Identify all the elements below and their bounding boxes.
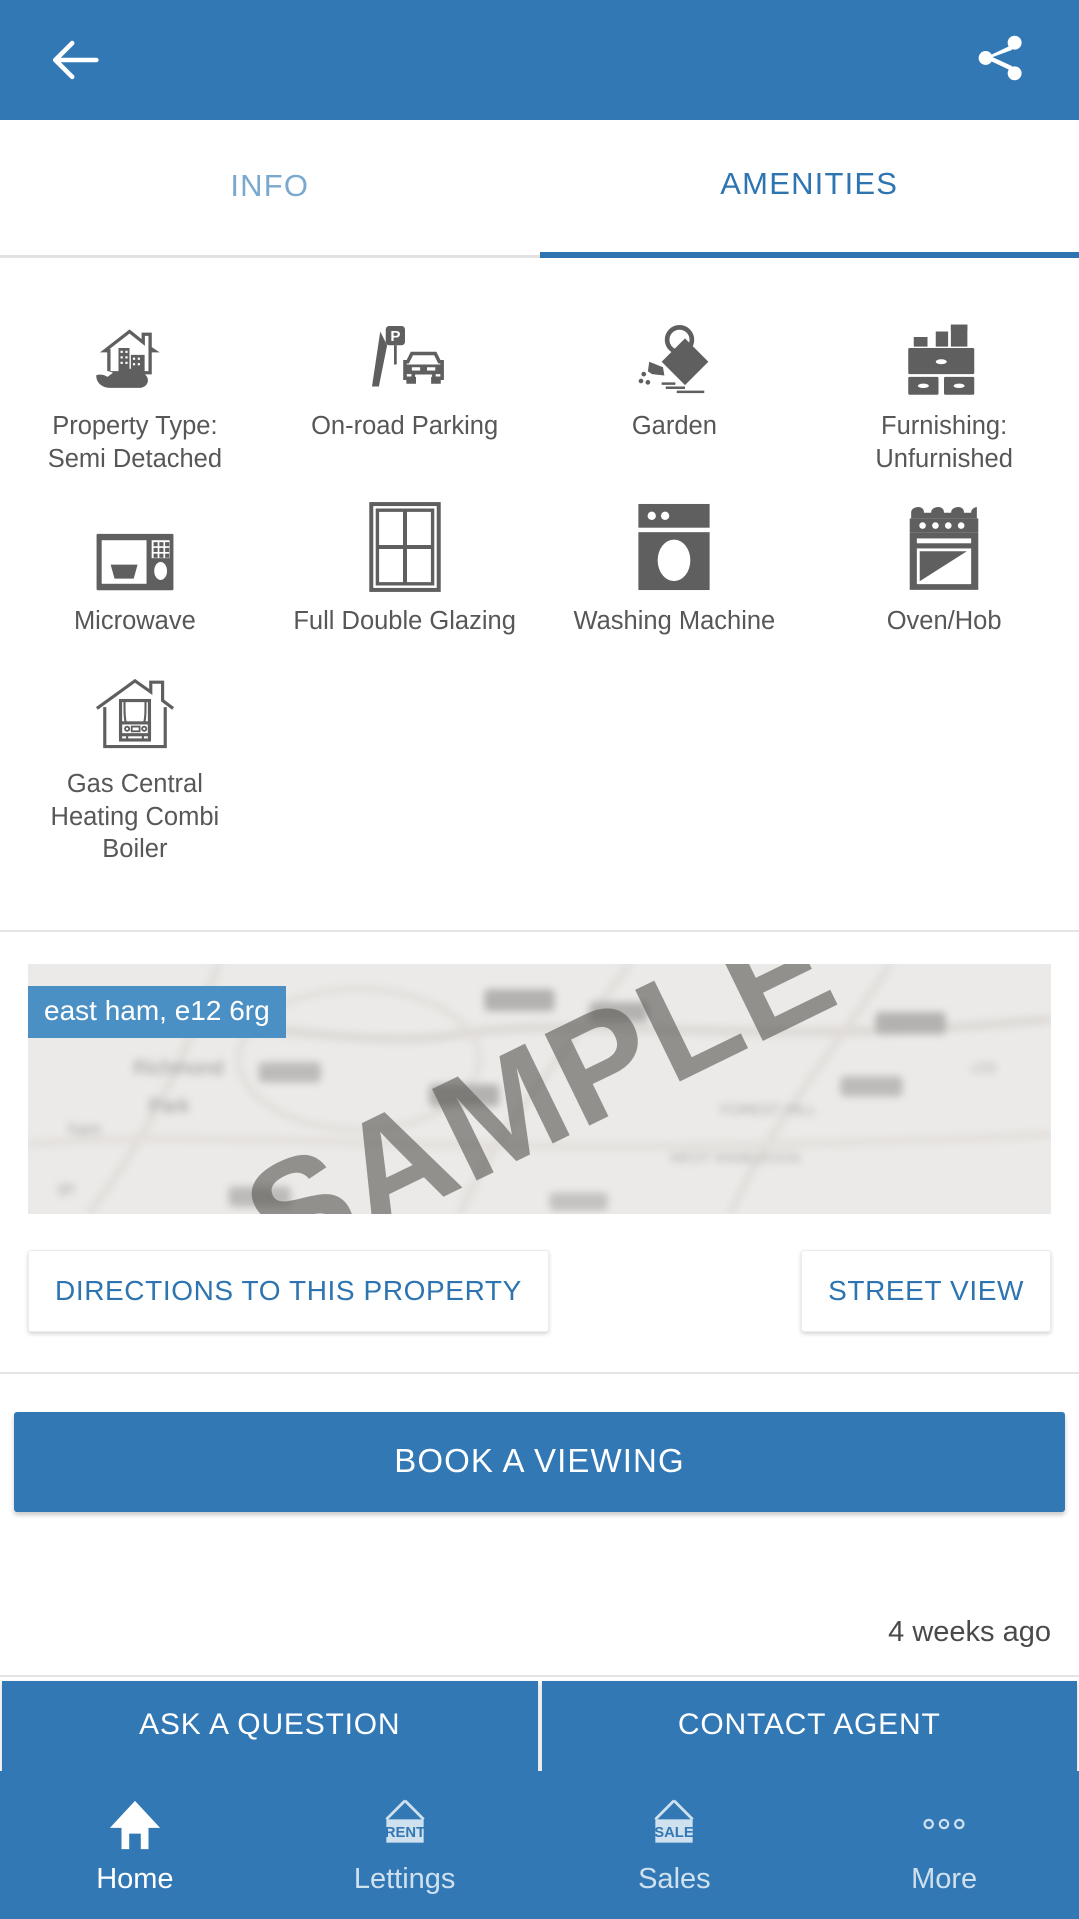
amenity-item: Property Type: Semi Detached [0, 302, 270, 497]
nav-item-sales[interactable]: SALE Sales [540, 1793, 810, 1901]
ask-question-button[interactable]: ASK A QUESTION [2, 1681, 538, 1771]
amenity-label: Washing Machine [573, 607, 776, 636]
book-viewing-button[interactable]: BOOK A VIEWING [14, 1411, 1065, 1512]
tab-bar: INFO AMENITIES [0, 120, 1079, 258]
tab-amenities[interactable]: AMENITIES [539, 120, 1079, 258]
amenity-item: Full Double Glazing [270, 497, 540, 660]
amenity-label: Gas Central Heating Combi Boiler [50, 769, 220, 864]
svg-text:P: P [390, 328, 400, 345]
amenity-label: Microwave [73, 607, 196, 636]
amenity-item: Furnishing: Unfurnished [809, 302, 1079, 497]
parking-sign-car-icon: P [361, 302, 449, 398]
svg-text:RENT: RENT [385, 1825, 425, 1841]
washing-machine-icon [635, 497, 713, 593]
amenity-item: Oven/Hob [809, 497, 1079, 660]
nav-label: Sales [638, 1863, 711, 1895]
tab-info[interactable]: INFO [0, 120, 540, 258]
amenity-label: On-road Parking [311, 412, 499, 440]
amenity-label: Garden [631, 412, 717, 440]
nav-label: Home [96, 1863, 174, 1895]
nav-item-home[interactable]: Home [0, 1793, 270, 1901]
amenity-label: Furnishing: Unfurnished [875, 412, 1013, 473]
directions-button[interactable]: DIRECTIONS TO THIS PROPERTY [28, 1249, 549, 1332]
location-badge: east ham, e12 6rg [28, 985, 286, 1038]
microwave-icon [94, 497, 176, 593]
map-section: Richmond Park ham gs FOREST HILL WEST WI… [0, 932, 1079, 1372]
book-viewing-section: BOOK A VIEWING [0, 1374, 1079, 1512]
app-bar [0, 0, 1079, 120]
bottom-navigation: Home RENT Lettings SALE Sales More [0, 1771, 1079, 1919]
nav-label: More [911, 1863, 978, 1895]
svg-text:Richmond: Richmond [133, 1057, 223, 1079]
svg-text:ham: ham [68, 1119, 101, 1138]
map-preview[interactable]: Richmond Park ham gs FOREST HILL WEST WI… [28, 963, 1051, 1214]
map-actions: DIRECTIONS TO THIS PROPERTY STREET VIEW [0, 1214, 1079, 1372]
amenity-item: Microwave [0, 497, 270, 660]
more-dots-icon [919, 1793, 969, 1855]
nav-item-more[interactable]: More [809, 1793, 1079, 1901]
nav-label: Lettings [353, 1863, 456, 1895]
amenity-label: Full Double Glazing [293, 607, 516, 636]
listing-timestamp: 4 weeks ago [888, 1616, 1051, 1648]
amenity-label: Property Type: Semi Detached [47, 412, 223, 473]
contact-agent-button[interactable]: CONTACT AGENT [541, 1681, 1077, 1771]
oven-hob-icon [904, 497, 984, 593]
window-icon [367, 497, 443, 593]
back-icon[interactable] [48, 31, 106, 89]
share-icon[interactable] [973, 31, 1031, 89]
street-view-button[interactable]: STREET VIEW [801, 1249, 1051, 1332]
amenity-item: Garden [540, 302, 810, 497]
sale-sign-icon: SALE [646, 1793, 702, 1855]
svg-text:Park: Park [148, 1095, 190, 1117]
home-icon [108, 1793, 162, 1855]
svg-text:LEE: LEE [971, 1059, 998, 1075]
amenity-label: Oven/Hob [886, 607, 1002, 636]
rent-sign-icon: RENT [377, 1793, 433, 1855]
svg-text:FOREST HILL: FOREST HILL [720, 1101, 817, 1118]
svg-text:WEST WIMBLEDON: WEST WIMBLEDON [670, 1149, 801, 1165]
contact-bar: ASK A QUESTION CONTACT AGENT [0, 1675, 1079, 1771]
svg-text:SALE: SALE [655, 1825, 695, 1841]
watering-can-icon [630, 302, 718, 398]
amenity-item: Washing Machine [540, 497, 810, 660]
amenity-item: Gas Central Heating Combi Boiler [0, 660, 270, 888]
dresser-icon [900, 302, 988, 398]
house-in-hand-icon [91, 302, 179, 398]
svg-text:gs: gs [58, 1178, 75, 1196]
nav-item-lettings[interactable]: RENT Lettings [270, 1793, 540, 1901]
amenity-item: P On-road Parking [270, 302, 540, 497]
house-boiler-icon [89, 660, 181, 756]
amenities-grid: Property Type: Semi Detached P On-road P… [0, 258, 1079, 930]
